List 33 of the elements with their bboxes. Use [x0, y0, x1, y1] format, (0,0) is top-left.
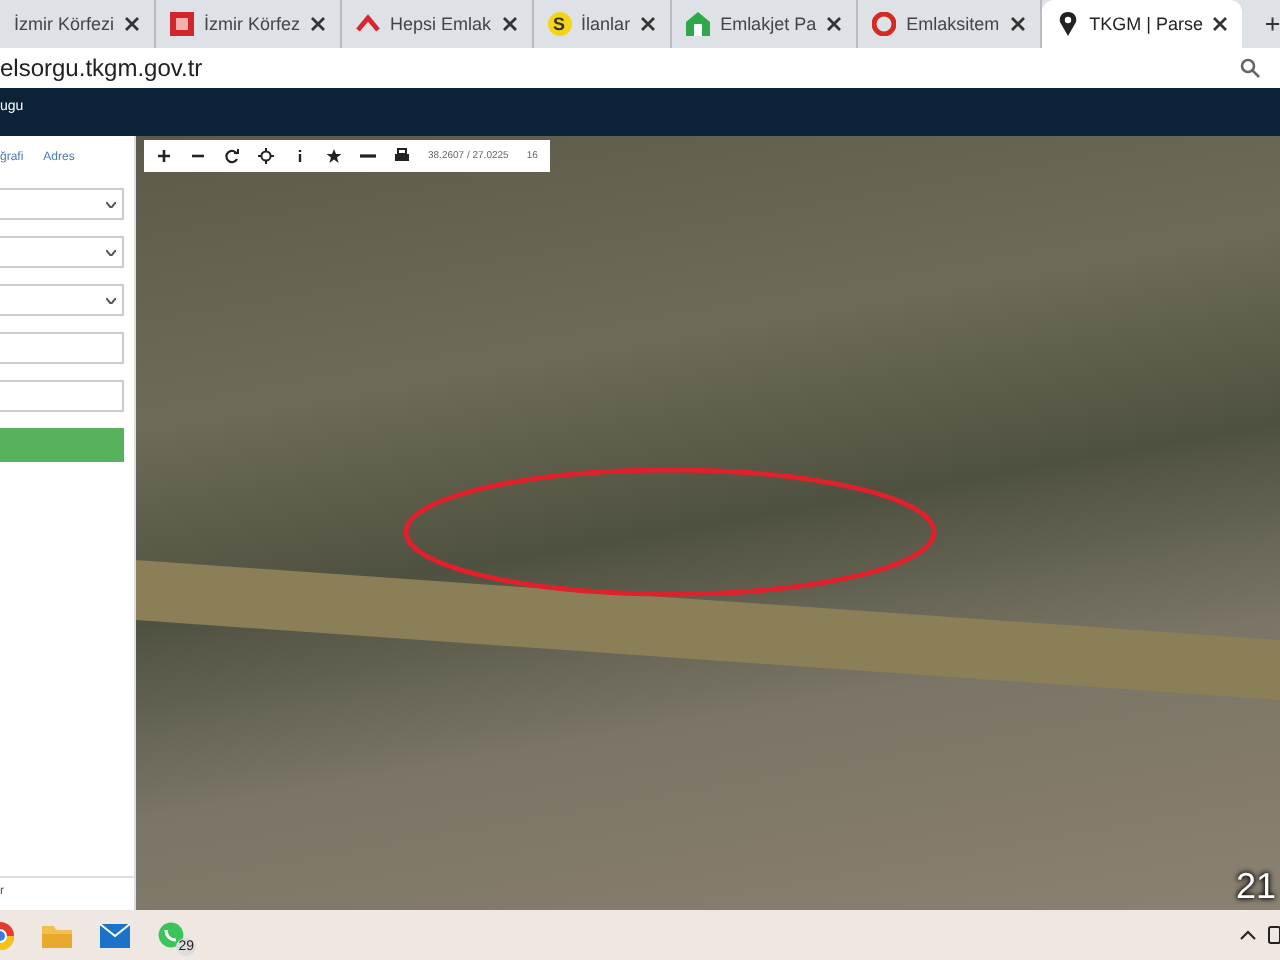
ring-icon	[872, 12, 897, 36]
input-field[interactable]	[0, 380, 124, 412]
close-icon[interactable]	[640, 16, 657, 32]
new-tab-icon[interactable]	[1266, 14, 1280, 34]
caret-up-icon[interactable]	[1240, 930, 1256, 940]
browser-tab[interactable]: TKGM | Parse	[1041, 0, 1243, 48]
input-field[interactable]	[0, 332, 124, 364]
clock-text: 21	[1235, 868, 1276, 904]
close-icon[interactable]	[1212, 16, 1229, 32]
mail-icon[interactable]	[100, 923, 130, 947]
map-pin-icon	[1055, 12, 1080, 36]
refresh-icon[interactable]	[224, 148, 240, 164]
crosshair-icon[interactable]	[258, 148, 274, 164]
chevron-icon	[106, 249, 116, 255]
close-icon[interactable]	[826, 16, 843, 32]
star-icon[interactable]	[326, 148, 342, 164]
close-icon[interactable]	[310, 16, 327, 32]
dropdown-field[interactable]	[0, 284, 124, 316]
ruler-icon[interactable]	[360, 148, 376, 164]
url-text[interactable]: elsorgu.tkgm.gov.tr	[0, 54, 203, 82]
search-icon[interactable]	[1240, 58, 1260, 78]
zoom-in-icon[interactable]	[156, 148, 172, 164]
roof-icon	[356, 12, 381, 36]
close-icon[interactable]	[1009, 16, 1026, 32]
close-icon[interactable]	[124, 16, 141, 32]
dropdown-field[interactable]	[0, 188, 124, 220]
house-icon	[686, 12, 711, 36]
chevron-icon	[106, 297, 116, 303]
close-icon[interactable]	[501, 16, 518, 32]
chevron-icon	[106, 201, 116, 207]
print-icon[interactable]	[394, 148, 410, 164]
dropdown-field[interactable]	[0, 236, 124, 268]
letter-icon: S	[547, 12, 572, 36]
